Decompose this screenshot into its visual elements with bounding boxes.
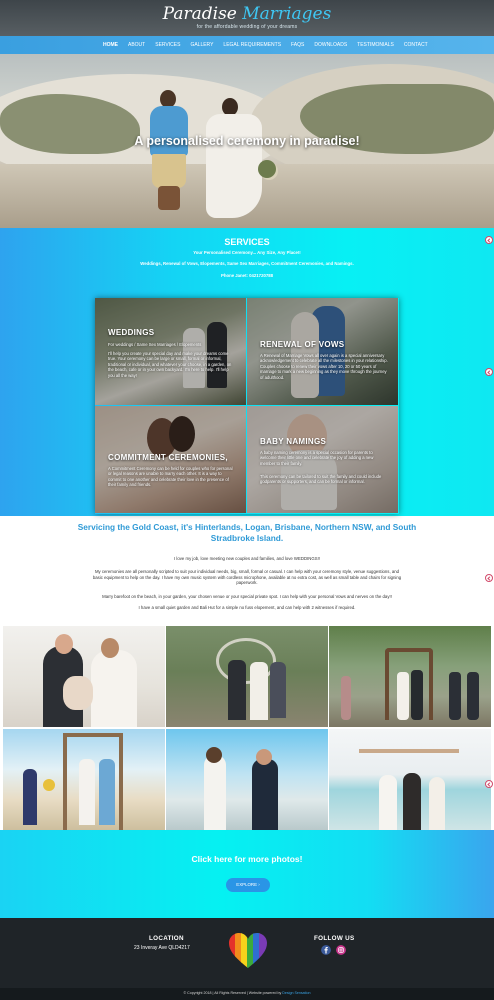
- nav-item-legal-requirements[interactable]: LEGAL REQUIREMENTS: [218, 36, 286, 54]
- nav-item-services[interactable]: SERVICES: [150, 36, 185, 54]
- developer-link[interactable]: Design Sensation: [282, 991, 310, 995]
- gallery-photo-beach-couple[interactable]: [329, 729, 491, 830]
- tile-baby-namings[interactable]: BABY NAMINGS A baby naming ceremony is a…: [247, 406, 398, 513]
- hero-title: A personalised ceremony in paradise!: [134, 134, 360, 148]
- site-logo[interactable]: Paradise Marriages for the affordable we…: [0, 6, 494, 31]
- tile-renewal-of-vows[interactable]: RENEWAL OF VOWS A Renewal of Marriage Vo…: [247, 298, 398, 405]
- intro-paragraph-3: Marry barefoot on the beach, in your gar…: [102, 594, 392, 599]
- copyright-notice: © Copyright 2018 | All Rights Reserved |…: [183, 991, 282, 995]
- tile-weddings-subtitle: For weddings / Same Sex Marriages / Elop…: [108, 342, 202, 347]
- hero-bride-figure: [200, 98, 276, 218]
- services-title: SERVICES: [224, 237, 270, 247]
- hero-groom-figure: [148, 90, 190, 210]
- nav-item-downloads[interactable]: DOWNLOADS: [309, 36, 352, 54]
- nav-item-gallery[interactable]: GALLERY: [185, 36, 218, 54]
- scroll-top-icon[interactable]: [485, 780, 493, 788]
- scroll-top-icon[interactable]: [485, 574, 493, 582]
- scroll-top-icon[interactable]: [485, 368, 493, 376]
- tile-commitment-ceremonies[interactable]: COMMITMENT CEREMONIES, A Commitment Cere…: [95, 406, 246, 513]
- rainbow-heart-icon: [229, 933, 267, 968]
- services-grid: WEDDINGS For weddings / Same Sex Marriag…: [95, 298, 399, 514]
- copyright-bar: © Copyright 2018 | All Rights Reserved |…: [0, 988, 494, 1000]
- nav-item-testimonials[interactable]: TESTIMONIALS: [352, 36, 399, 54]
- tile-commitment-text: A Commitment Ceremony can be held for co…: [108, 466, 233, 488]
- more-photos-section: Click here for more photos! EXPLORE ›: [0, 830, 494, 918]
- services-list: Weddings, Renewal of Vows, Elopements, S…: [140, 261, 354, 266]
- gallery-photo-beach-vows[interactable]: [166, 729, 328, 830]
- intro-paragraph-1: I love my job, love meeting new couples …: [174, 556, 320, 561]
- logo-wordmark: Paradise Marriages: [0, 6, 494, 23]
- nav-item-about[interactable]: ABOUT: [123, 36, 150, 54]
- tile-weddings[interactable]: WEDDINGS For weddings / Same Sex Marriag…: [95, 298, 246, 405]
- tile-renewal-text: A Renewal of Marriage Vows all over agai…: [260, 353, 388, 380]
- logo-word-marriages: Marriages: [242, 4, 332, 24]
- more-photos-link[interactable]: Click here for more photos!: [0, 854, 494, 864]
- tile-renewal-title: RENEWAL OF VOWS: [260, 340, 345, 349]
- service-area-heading: Servicing the Gold Coast, it's Hinterlan…: [77, 522, 417, 543]
- nav-item-faqs[interactable]: FAQS: [286, 36, 309, 54]
- facebook-icon[interactable]: [321, 945, 331, 955]
- footer-location-heading: LOCATION: [149, 935, 184, 942]
- explore-button[interactable]: EXPLORE ›: [226, 878, 270, 892]
- nav-list: HOME ABOUT SERVICES GALLERY LEGAL REQUIR…: [98, 36, 433, 54]
- tile-weddings-text: I'll help you create your special day an…: [108, 351, 232, 378]
- logo-tagline: for the affordable wedding of your dream…: [196, 24, 298, 30]
- photo-gallery: [3, 626, 491, 830]
- hero-banner: A personalised ceremony in paradise!: [0, 54, 494, 228]
- tile-weddings-title: WEDDINGS: [108, 328, 155, 337]
- logo-word-paradise: Paradise: [162, 4, 237, 24]
- scroll-top-icon[interactable]: [485, 236, 493, 244]
- services-phone[interactable]: Phone Janet: 0421720788: [0, 273, 494, 278]
- intro-paragraph-4: I have a small quiet garden and Bali Hut…: [138, 605, 356, 610]
- main-nav: HOME ABOUT SERVICES GALLERY LEGAL REQUIR…: [0, 36, 494, 54]
- intro-paragraph-2: My ceremonies are all personally scripte…: [92, 569, 402, 586]
- gallery-photo-beach-arch[interactable]: [3, 729, 165, 830]
- tile-commitment-title: COMMITMENT CEREMONIES,: [108, 453, 228, 462]
- tile-baby-text-2: This ceremony can be tailored to suit th…: [260, 474, 382, 485]
- page: Paradise Marriages for the affordable we…: [0, 0, 494, 1000]
- nav-item-contact[interactable]: CONTACT: [399, 36, 433, 54]
- footer-follow-heading: FOLLOW US: [314, 935, 355, 942]
- gallery-photo-garden-ceremony[interactable]: [166, 626, 328, 727]
- instagram-icon[interactable]: [336, 945, 346, 955]
- copyright-text: © Copyright 2018 | All Rights Reserved |…: [0, 991, 494, 995]
- gallery-photo-family[interactable]: [3, 626, 165, 727]
- site-header: Paradise Marriages for the affordable we…: [0, 0, 494, 36]
- tile-baby-title: BABY NAMINGS: [260, 437, 327, 446]
- nav-item-home[interactable]: HOME: [98, 36, 123, 54]
- footer-address: 23 Inveray Ave QLD4217: [134, 945, 190, 951]
- tile-baby-text: A baby naming ceremony is a special occa…: [260, 450, 374, 466]
- services-section: SERVICES Your Personalised Ceremony... A…: [0, 228, 494, 516]
- site-footer: LOCATION 23 Inveray Ave QLD4217 FOLLOW U…: [0, 918, 494, 988]
- services-tagline: Your Personalised Ceremony... Any Size, …: [193, 250, 301, 255]
- gallery-photo-arch-ceremony[interactable]: [329, 626, 491, 727]
